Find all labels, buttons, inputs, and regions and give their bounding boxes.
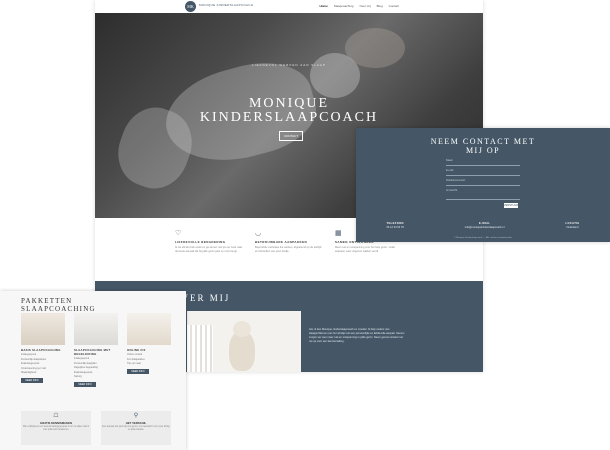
package-feature: Intakegesprek <box>74 357 90 360</box>
email-field[interactable]: E-mail <box>446 169 520 176</box>
contact-phone-value[interactable]: 06 12 34 56 78 <box>386 226 403 230</box>
package-image <box>21 313 65 345</box>
message-field[interactable]: Je bericht <box>446 189 520 200</box>
hero-kicker: LIEFDEVOL WERKEN AAN SLAAP <box>252 63 326 67</box>
package-feature: Intakegesprek <box>21 353 37 356</box>
package-card: BASIS SLAAPCOACHING Intakegesprek Persoo… <box>21 313 65 383</box>
package-more-info-button[interactable]: MEER INFO <box>127 368 149 374</box>
contact-title-line2: MIJ OP <box>465 146 501 155</box>
hero-photo-parent-hand <box>345 28 405 68</box>
info-box: ☖ GRATIS KENNISMAKEN Plan vrijblijvend e… <box>21 411 91 445</box>
feature-item: ♡ LIEFDEVOLLE BENADERING Ik zie elk kind… <box>175 230 243 254</box>
package-feature: Nazorg <box>74 375 82 379</box>
package-image <box>74 313 118 345</box>
package-feature: Online consult <box>127 353 143 356</box>
package-feature: Persoonlijk slaapadvies <box>21 357 46 361</box>
feature-text: Beproefde methodes die werken, afgestemd… <box>255 246 322 253</box>
package-feature: Slaapdagboek <box>21 371 37 375</box>
package-title: SLAAPCOACHING MET BEGELEIDING <box>74 348 111 356</box>
contact-email-value[interactable]: info@moniquekinderslaapcoach.nl <box>465 226 505 230</box>
package-card: SLAAPCOACHING MET BEGELEIDING Intakegesp… <box>74 313 118 387</box>
nav-links: Home Slaapcoaching Over mij Blog Contact <box>319 4 399 8</box>
contact-title: NEEM CONTACT MET MIJ OP <box>356 137 610 155</box>
logo-text: MONIQUE KINDERSLAAPCOACH <box>199 3 254 7</box>
about-photo <box>187 311 301 372</box>
eye-icon: ◡ <box>255 230 262 237</box>
contact-info-row: TELEFOON 06 12 34 56 78 E-MAIL info@moni… <box>356 222 610 230</box>
package-title: BASIS SLAAPCOACHING <box>21 348 61 352</box>
teddy-head-image <box>233 321 251 337</box>
feature-text: Meer rust en ontspanning voor het hele g… <box>335 246 395 253</box>
info-box-text: Een aanpak die past bij jouw gezin, met … <box>102 426 170 432</box>
info-box-title: HET VERSCHIL <box>125 421 147 425</box>
hero-title: MONIQUE KINDERSLAAPCOACH <box>95 97 483 125</box>
feature-text: Ik zie elk kind als uniek en ga samen me… <box>175 246 243 253</box>
info-box-title: GRATIS KENNISMAKEN <box>40 421 72 425</box>
package-more-info-button[interactable]: MEER INFO <box>74 381 96 387</box>
feature-title: BETROUWBARE AANPAKKEN <box>255 240 308 244</box>
nav-link-blog[interactable]: Blog <box>377 4 383 8</box>
package-feature: Ondersteuning per mail <box>21 366 46 370</box>
heart-icon: ♡ <box>175 230 182 237</box>
phone-field[interactable]: Telefoonnummer <box>446 179 520 186</box>
house-icon: ☖ <box>53 413 59 419</box>
packages-title-line1: PAKKETTEN <box>21 297 73 305</box>
info-box-text: Plan vrijblijvend een kennismakingsgespr… <box>22 426 90 432</box>
contact-email: E-MAIL info@moniquekinderslaapcoach.nl <box>465 222 505 230</box>
package-title: ONLINE FIX <box>127 348 146 352</box>
lightbulb-icon: ⚲ <box>133 413 139 419</box>
package-feature: Evaluatiegesprek <box>21 362 40 366</box>
teddy-body-image <box>229 331 255 371</box>
contact-phone: TELEFOON 06 12 34 56 78 <box>386 222 403 230</box>
package-feature: Kort slaapadvies <box>127 357 145 361</box>
about-text: Hoi, ik ben Monique, kinderslaapcoach en… <box>309 328 405 343</box>
nav-link-home[interactable]: Home <box>319 4 327 8</box>
feature-item: ◡ BETROUWBARE AANPAKKEN Beproefde method… <box>255 230 323 254</box>
contact-title-line1: NEEM CONTACT MET <box>430 137 536 146</box>
feature-title: LIEFDEVOLLE BENADERING <box>175 240 226 244</box>
contact-panel: NEEM CONTACT MET MIJ OP Naam E-mail Tele… <box>356 128 610 242</box>
nav-link-contact[interactable]: Contact <box>389 4 399 8</box>
package-image <box>127 313 171 345</box>
packages-info-boxes: ☖ GRATIS KENNISMAKEN Plan vrijblijvend e… <box>21 411 171 445</box>
contact-footer: © Monique Kinderslaapcoach — Alle rechte… <box>453 237 513 239</box>
top-navigation: MK MONIQUE KINDERSLAAPCOACH Home Slaapco… <box>95 0 483 13</box>
logo-mark[interactable]: MK <box>185 1 196 12</box>
crib-image <box>187 325 213 372</box>
hero-title-line2: KINDERSLAAPCOACH <box>199 110 379 125</box>
package-feature: Dagelijkse begeleiding <box>74 366 98 370</box>
package-feature: Evaluatiegesprek <box>74 370 93 374</box>
hero-title-line1: MONIQUE <box>248 96 330 111</box>
packages-panel: PAKKETTEN SLAAPCOACHING BASIS SLAAPCOACH… <box>0 291 186 450</box>
package-more-info-button[interactable]: MEER INFO <box>21 377 43 383</box>
contact-location: LOCATIE Nederland <box>565 222 579 230</box>
packages-title-line2: SLAAPCOACHING <box>21 305 96 313</box>
package-card: ONLINE FIX Online consult Kort slaapadvi… <box>127 313 171 374</box>
packages-title: PAKKETTEN SLAAPCOACHING <box>21 297 96 313</box>
name-field[interactable]: Naam <box>446 159 520 166</box>
hero-contact-button[interactable]: CONTACT <box>279 131 303 141</box>
send-button[interactable]: VERSTUUR <box>504 203 518 208</box>
nav-link-slaapcoaching[interactable]: Slaapcoaching <box>334 4 354 8</box>
package-feature: Persoonlijk slaapplan <box>74 361 97 365</box>
contact-location-value: Nederland <box>566 226 579 229</box>
nav-link-over-mij[interactable]: Over mij <box>359 4 370 8</box>
info-box: ⚲ HET VERSCHIL Een aanpak die past bij j… <box>101 411 171 445</box>
package-feature: Tips op maat <box>127 362 141 366</box>
